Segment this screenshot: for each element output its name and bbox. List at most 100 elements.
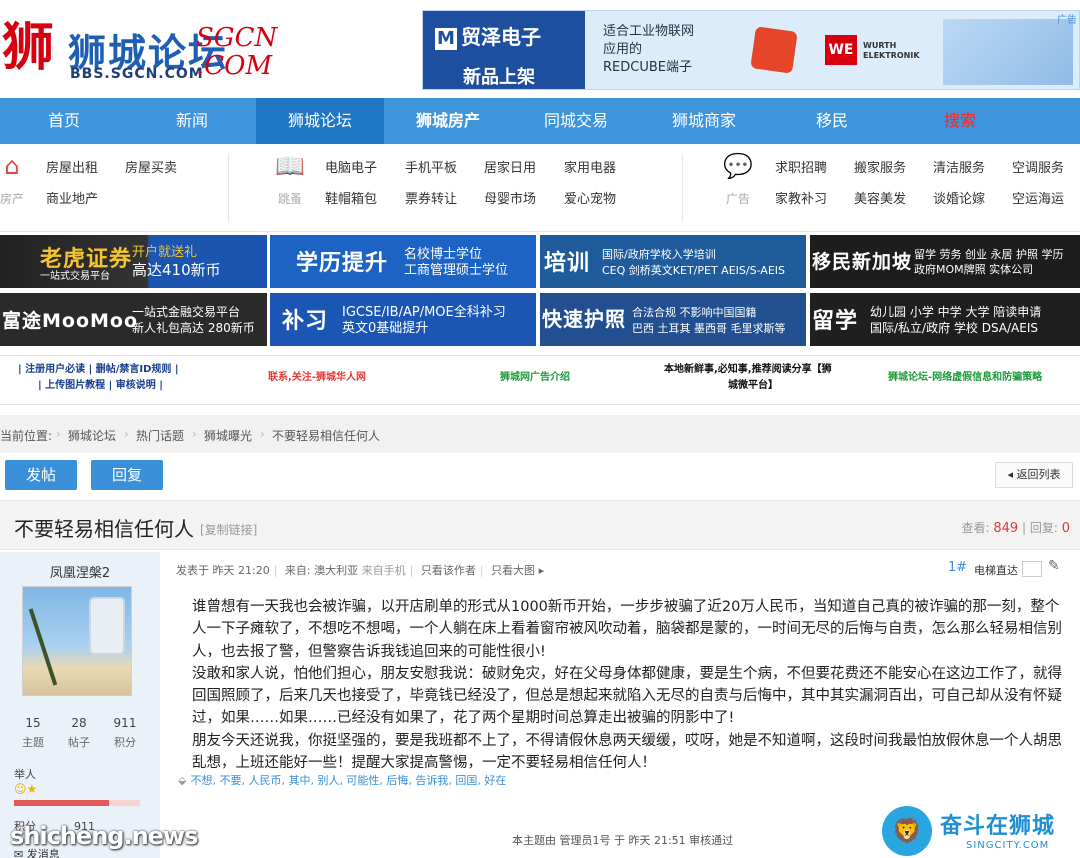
new-post-button[interactable]: 发帖: [5, 460, 77, 490]
breadcrumb-separator: ›: [124, 427, 129, 441]
cat-link[interactable]: 房屋买卖: [125, 157, 177, 176]
breadcrumb-exposure[interactable]: 狮城曝光: [204, 427, 252, 444]
level-progress-fill: [14, 800, 109, 806]
main-nav: 首页 新闻 狮城论坛 狮城房产 同城交易 狮城商家 移民 搜索: [0, 98, 1080, 144]
notice-links: | 注册用户必读 | 删帖/禁言ID规则 | | 上传图片教程 | 审核说明 |…: [0, 355, 1080, 405]
copy-link[interactable]: [复制链接]: [200, 521, 257, 538]
cat-link[interactable]: 居家日用: [484, 157, 536, 176]
cat-link[interactable]: 搬家服务: [854, 157, 906, 176]
notice-wechat-link[interactable]: 本地新鲜事,必知事,推荐阅读分享【狮: [664, 362, 832, 378]
credits-label: 积分: [114, 736, 136, 749]
promo-text: 英文0基础提升: [342, 321, 429, 336]
author-credits[interactable]: 911 积分: [102, 716, 148, 750]
ad-brand-block: M 贸泽电子 新品上架: [423, 11, 585, 89]
cat-link[interactable]: 空运海运: [1012, 188, 1064, 207]
only-author-link[interactable]: 只看该作者: [421, 564, 476, 577]
watermark-cn: 奋斗在狮城: [940, 814, 1056, 839]
watermark-left: shicheng.news: [10, 822, 198, 850]
nav-immigration[interactable]: 移民: [768, 98, 896, 144]
pencil-icon[interactable]: ✎: [1048, 558, 1060, 574]
promo-text: 幼儿园 小学 中学 大学 陪读申请: [870, 305, 1042, 319]
notice-antifraud-link[interactable]: 狮城论坛-网络虚假信息和防骗策略: [888, 370, 1042, 386]
cat-link[interactable]: 空调服务: [1012, 157, 1064, 176]
site-logo[interactable]: 狮 狮城论坛 BBS.SGCN.COM SGCN .COM: [0, 18, 280, 88]
ad-banner[interactable]: M 贸泽电子 新品上架 适合工业物联网 应用的 REDCUBE端子 WE WURT…: [422, 10, 1080, 90]
nav-property[interactable]: 狮城房产: [384, 98, 512, 144]
elevator-input[interactable]: [1022, 561, 1042, 577]
big-image-link[interactable]: 只看大图: [491, 564, 535, 577]
notice-wechat-link-2[interactable]: 城微平台】: [728, 378, 778, 394]
author-posts[interactable]: 28 帖子: [56, 716, 102, 750]
ad-partner-logo: WE: [825, 35, 857, 65]
thread-title: 不要轻易相信任何人: [14, 517, 194, 541]
promo-passport[interactable]: 快速护照 合法合规 不影响中国国籍 巴西 土耳其 墨西哥 毛里求斯等: [540, 293, 806, 346]
housing-category[interactable]: ⌂ 房产: [0, 152, 32, 207]
cat-link[interactable]: 商业地产: [46, 188, 98, 207]
promo-title: 快速护照: [542, 307, 626, 331]
lion-mascot-icon: 🦁: [882, 806, 932, 856]
promo-degree[interactable]: 学历提升 名校博士学位 工商管理硕士学位: [270, 235, 536, 288]
breadcrumb-current[interactable]: 不要轻易相信任何人: [272, 427, 380, 444]
cat-link[interactable]: 房屋出租: [46, 157, 98, 176]
logo-script: SGCN .COM: [196, 23, 278, 81]
nav-forum[interactable]: 狮城论坛: [256, 98, 384, 144]
author-topics[interactable]: 15 主题: [10, 716, 56, 750]
reply-button[interactable]: 回复: [91, 460, 163, 490]
notice-ad-link[interactable]: 狮城网广告介绍: [500, 370, 570, 386]
cat-link[interactable]: 清洁服务: [933, 157, 985, 176]
breadcrumb-forum[interactable]: 狮城论坛: [68, 427, 116, 444]
chat-bubble-icon: 💬: [723, 152, 753, 180]
promo-moomoo[interactable]: 富途MooMoo 一站式金融交易平台 新人礼包高达 280新币: [0, 293, 267, 346]
avatar[interactable]: [22, 586, 132, 696]
cat-link[interactable]: 美容美发: [854, 188, 906, 207]
cat-link[interactable]: 家用电器: [564, 157, 616, 176]
cat-link[interactable]: 求职招聘: [775, 157, 827, 176]
promo-immigration[interactable]: 移民新加坡 留学 劳务 创业 永居 护照 学历 政府MOM牌照 实体公司: [810, 235, 1080, 288]
notice-rules-link[interactable]: | 注册用户必读 | 删帖/禁言ID规则 |: [18, 362, 179, 378]
elevator-label: 电梯直达: [974, 564, 1018, 577]
posted-from: 来自: 澳大利亚: [284, 564, 359, 577]
promo-tutoring[interactable]: 补习 IGCSE/IB/AP/MOE全科补习 英文0基础提升: [270, 293, 536, 346]
promo-training[interactable]: 培训 国际/政府学校入学培训 CEQ 剑桥英文KET/PET AEIS/S-AE…: [540, 235, 806, 288]
back-to-list-button[interactable]: ◂ 返回列表: [995, 462, 1073, 488]
cat-link[interactable]: 票券转让: [405, 188, 457, 207]
ad-tag[interactable]: 广告: [1057, 11, 1077, 26]
nav-home[interactable]: 首页: [0, 98, 128, 144]
level-progress-bar: [14, 800, 140, 806]
promo-title: 补习: [282, 309, 329, 334]
nav-merchants[interactable]: 狮城商家: [640, 98, 768, 144]
promo-text: 国际/私立/政府 学校 DSA/AEIS: [870, 321, 1038, 335]
cat-link[interactable]: 母婴市场: [484, 188, 536, 207]
author-group: 举人: [14, 768, 36, 781]
caret-right-icon[interactable]: ▸: [539, 564, 545, 577]
promo-tiger[interactable]: 老虎证券 开户就送礼 一站式交易平台 高达410新币: [0, 235, 267, 288]
cat-link[interactable]: 爱心宠物: [564, 188, 616, 207]
floor-number[interactable]: 1#: [948, 560, 967, 575]
nav-search[interactable]: 搜索: [896, 98, 1024, 144]
phone-placeholder-icon: [89, 597, 125, 655]
topics-count: 15: [25, 716, 41, 730]
cat-link[interactable]: 谈婚论嫁: [933, 188, 985, 207]
cat-link[interactable]: 鞋帽箱包: [325, 188, 377, 207]
breadcrumb-hot[interactable]: 热门话题: [136, 427, 184, 444]
topics-label: 主题: [22, 736, 44, 749]
promo-title: 富途MooMoo: [2, 310, 139, 332]
ad-partner-name: WURTH ELEKTRONIK: [863, 41, 920, 60]
tag-list[interactable]: 不想, 不要, 人民币, 其中, 别人, 可能性, 后悔, 告诉我, 回国, 好…: [190, 774, 506, 787]
cat-link[interactable]: 电脑电子: [325, 157, 377, 176]
nav-news[interactable]: 新闻: [128, 98, 256, 144]
cat-link[interactable]: 手机平板: [405, 157, 457, 176]
promo-text: 一站式交易平台: [40, 271, 110, 282]
cat-link[interactable]: 家教补习: [775, 188, 827, 207]
promo-text: 一站式金融交易平台: [132, 305, 241, 319]
promo-text: 巴西 土耳其 墨西哥 毛里求斯等: [632, 322, 786, 335]
notice-upload-link[interactable]: | 上传图片教程 | 审核说明 |: [38, 378, 163, 394]
housing-label: 房产: [0, 192, 24, 206]
ads-category[interactable]: 💬 广告: [718, 152, 758, 207]
nav-trade[interactable]: 同城交易: [512, 98, 640, 144]
market-category[interactable]: 📖 跳蚤: [270, 152, 310, 207]
notice-contact-link[interactable]: 联系,关注-狮城华人网: [268, 370, 366, 386]
author-name[interactable]: 凤凰涅槃2: [0, 562, 160, 581]
promo-title: 移民新加坡: [812, 251, 913, 273]
promo-study-abroad[interactable]: 留学 幼儿园 小学 中学 大学 陪读申请 国际/私立/政府 学校 DSA/AEI…: [810, 293, 1080, 346]
